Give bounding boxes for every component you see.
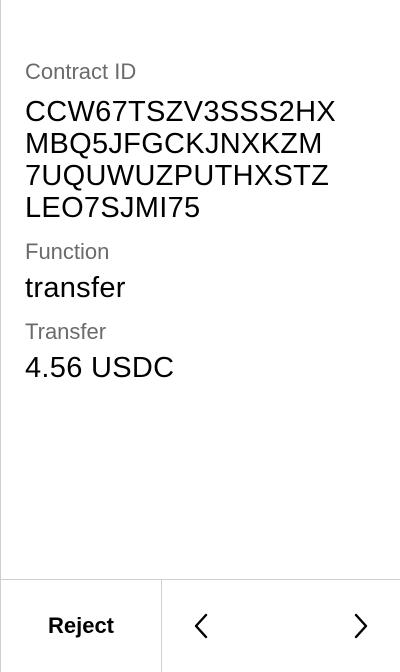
contract-id-line-1: CCW67TSZV3SSS2HX: [25, 96, 336, 128]
function-label: Function: [25, 239, 110, 264]
contract-id-value: CCW67TSZV3SSS2HX MBQ5JFGCKJNXKZM 7UQUWUZ…: [25, 96, 385, 224]
transfer-value: 4.56 USDC: [25, 352, 175, 384]
previous-button[interactable]: [161, 580, 241, 672]
action-bar: Reject: [1, 579, 400, 672]
function-value: transfer: [25, 272, 126, 304]
chevron-right-icon: [354, 613, 368, 639]
next-button[interactable]: [321, 580, 400, 672]
review-screen: Contract ID CCW67TSZV3SSS2HX MBQ5JFGCKJN…: [0, 0, 400, 672]
chevron-left-icon: [194, 613, 208, 639]
function-field: Function transfer: [25, 238, 385, 304]
reject-button[interactable]: Reject: [1, 580, 161, 672]
contract-id-line-3: 7UQUWUZPUTHXSTZ: [25, 160, 330, 192]
details-list: Contract ID CCW67TSZV3SSS2HX MBQ5JFGCKJN…: [25, 58, 385, 394]
contract-id-field: Contract ID CCW67TSZV3SSS2HX MBQ5JFGCKJN…: [25, 58, 385, 224]
contract-id-line-2: MBQ5JFGCKJNXKZM: [25, 128, 323, 160]
transfer-label: Transfer: [25, 319, 107, 344]
contract-id-label: Contract ID: [25, 59, 137, 84]
contract-id-line-4: LEO7SJMI75: [25, 192, 201, 224]
transfer-field: Transfer 4.56 USDC: [25, 318, 385, 384]
